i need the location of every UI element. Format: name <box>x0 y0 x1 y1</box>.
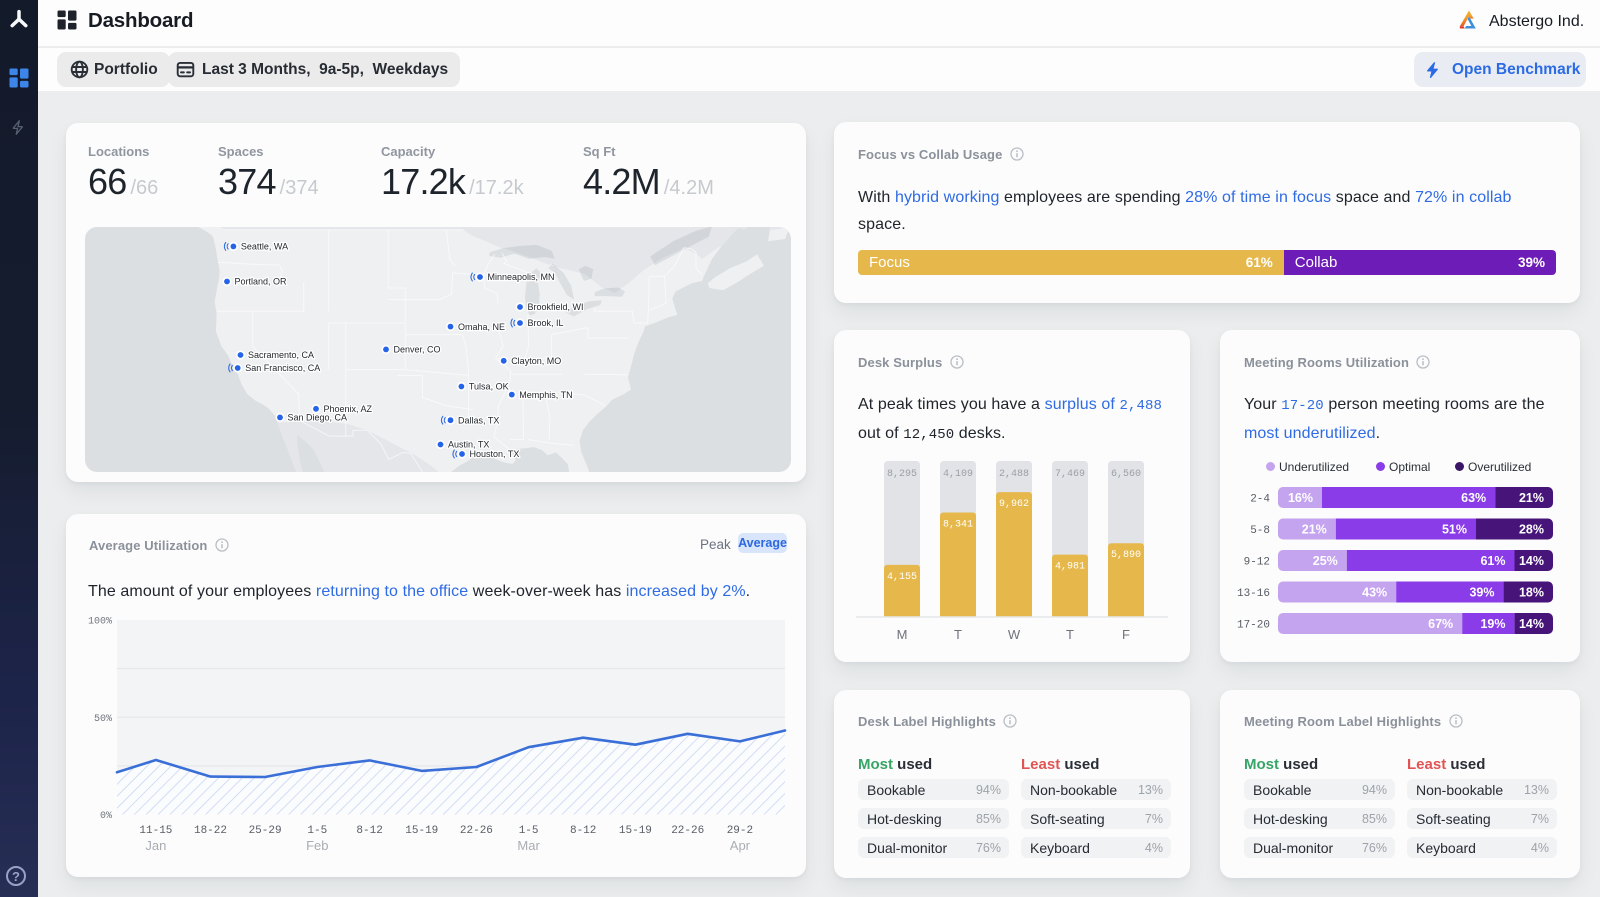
svg-text:Brook, IL: Brook, IL <box>528 318 564 328</box>
svg-text:7,469: 7,469 <box>1055 469 1085 480</box>
svg-text:4,155: 4,155 <box>887 572 917 583</box>
svg-text:Feb: Feb <box>306 838 328 853</box>
svg-text:Denver, CO: Denver, CO <box>394 345 441 355</box>
svg-text:T: T <box>954 627 962 642</box>
svg-text:Minneapolis, MN: Minneapolis, MN <box>488 272 555 282</box>
svg-text:8-12: 8-12 <box>356 825 382 837</box>
svg-text:21%: 21% <box>1302 523 1327 537</box>
svg-text:29-2: 29-2 <box>727 825 753 837</box>
svg-text:1-5: 1-5 <box>519 825 539 837</box>
svg-text:18-22: 18-22 <box>194 825 227 837</box>
svg-text:63%: 63% <box>1461 491 1486 505</box>
svg-text:F: F <box>1122 627 1130 642</box>
svg-text:4,109: 4,109 <box>943 469 973 480</box>
svg-text:Houston, TX: Houston, TX <box>470 449 520 459</box>
svg-text:5-8: 5-8 <box>1250 525 1270 537</box>
svg-text:San Francisco, CA: San Francisco, CA <box>245 363 320 373</box>
svg-text:18%: 18% <box>1519 586 1544 600</box>
svg-text:9-12: 9-12 <box>1244 557 1270 569</box>
svg-text:100%: 100% <box>88 617 112 628</box>
svg-text:25%: 25% <box>1313 554 1338 568</box>
svg-text:San Diego, CA: San Diego, CA <box>288 413 348 423</box>
svg-text:2-4: 2-4 <box>1250 494 1270 506</box>
svg-text:6,560: 6,560 <box>1111 469 1141 480</box>
svg-text:8-12: 8-12 <box>570 825 596 837</box>
svg-text:W: W <box>1008 627 1021 642</box>
svg-text:1-5: 1-5 <box>307 825 327 837</box>
svg-text:14%: 14% <box>1519 617 1544 631</box>
svg-text:4,981: 4,981 <box>1055 562 1085 573</box>
svg-text:8,341: 8,341 <box>943 519 973 530</box>
svg-text:2,488: 2,488 <box>999 469 1029 480</box>
svg-text:14%: 14% <box>1519 554 1544 568</box>
svg-text:Austin, TX: Austin, TX <box>448 440 489 450</box>
svg-text:13-16: 13-16 <box>1237 588 1270 600</box>
svg-text:25-29: 25-29 <box>249 825 282 837</box>
svg-text:16%: 16% <box>1288 491 1313 505</box>
svg-text:50%: 50% <box>94 714 112 725</box>
svg-text:T: T <box>1066 627 1074 642</box>
svg-text:Apr: Apr <box>730 838 751 853</box>
svg-text:Sacramento, CA: Sacramento, CA <box>248 350 314 360</box>
svg-text:61%: 61% <box>1480 554 1505 568</box>
svg-text:15-19: 15-19 <box>619 825 652 837</box>
svg-text:8,295: 8,295 <box>887 469 917 480</box>
svg-text:21%: 21% <box>1519 491 1544 505</box>
svg-text:51%: 51% <box>1442 523 1467 537</box>
svg-text:19%: 19% <box>1480 617 1505 631</box>
svg-text:Omaha, NE: Omaha, NE <box>458 322 505 332</box>
svg-text:Portland, OR: Portland, OR <box>235 277 288 287</box>
svg-text:39%: 39% <box>1469 586 1494 600</box>
svg-text:Mar: Mar <box>517 838 540 853</box>
svg-text:Clayton, MO: Clayton, MO <box>511 356 561 366</box>
svg-text:11-15: 11-15 <box>139 825 172 837</box>
svg-text:Brookfield, WI: Brookfield, WI <box>528 302 584 312</box>
svg-text:5,890: 5,890 <box>1111 550 1141 561</box>
svg-text:Tulsa, OK: Tulsa, OK <box>469 382 509 392</box>
svg-text:Dallas, TX: Dallas, TX <box>458 415 499 425</box>
svg-text:0%: 0% <box>100 811 112 822</box>
svg-text:9,962: 9,962 <box>999 499 1029 510</box>
svg-text:Memphis, TN: Memphis, TN <box>519 390 572 400</box>
svg-text:67%: 67% <box>1428 617 1453 631</box>
svg-text:Jan: Jan <box>145 838 166 853</box>
svg-text:22-26: 22-26 <box>671 825 704 837</box>
svg-text:15-19: 15-19 <box>405 825 438 837</box>
svg-text:43%: 43% <box>1362 586 1387 600</box>
svg-text:28%: 28% <box>1519 523 1544 537</box>
svg-text:17-20: 17-20 <box>1237 620 1270 632</box>
svg-text:Seattle, WA: Seattle, WA <box>241 242 288 252</box>
svg-text:M: M <box>897 627 908 642</box>
svg-text:22-26: 22-26 <box>460 825 493 837</box>
